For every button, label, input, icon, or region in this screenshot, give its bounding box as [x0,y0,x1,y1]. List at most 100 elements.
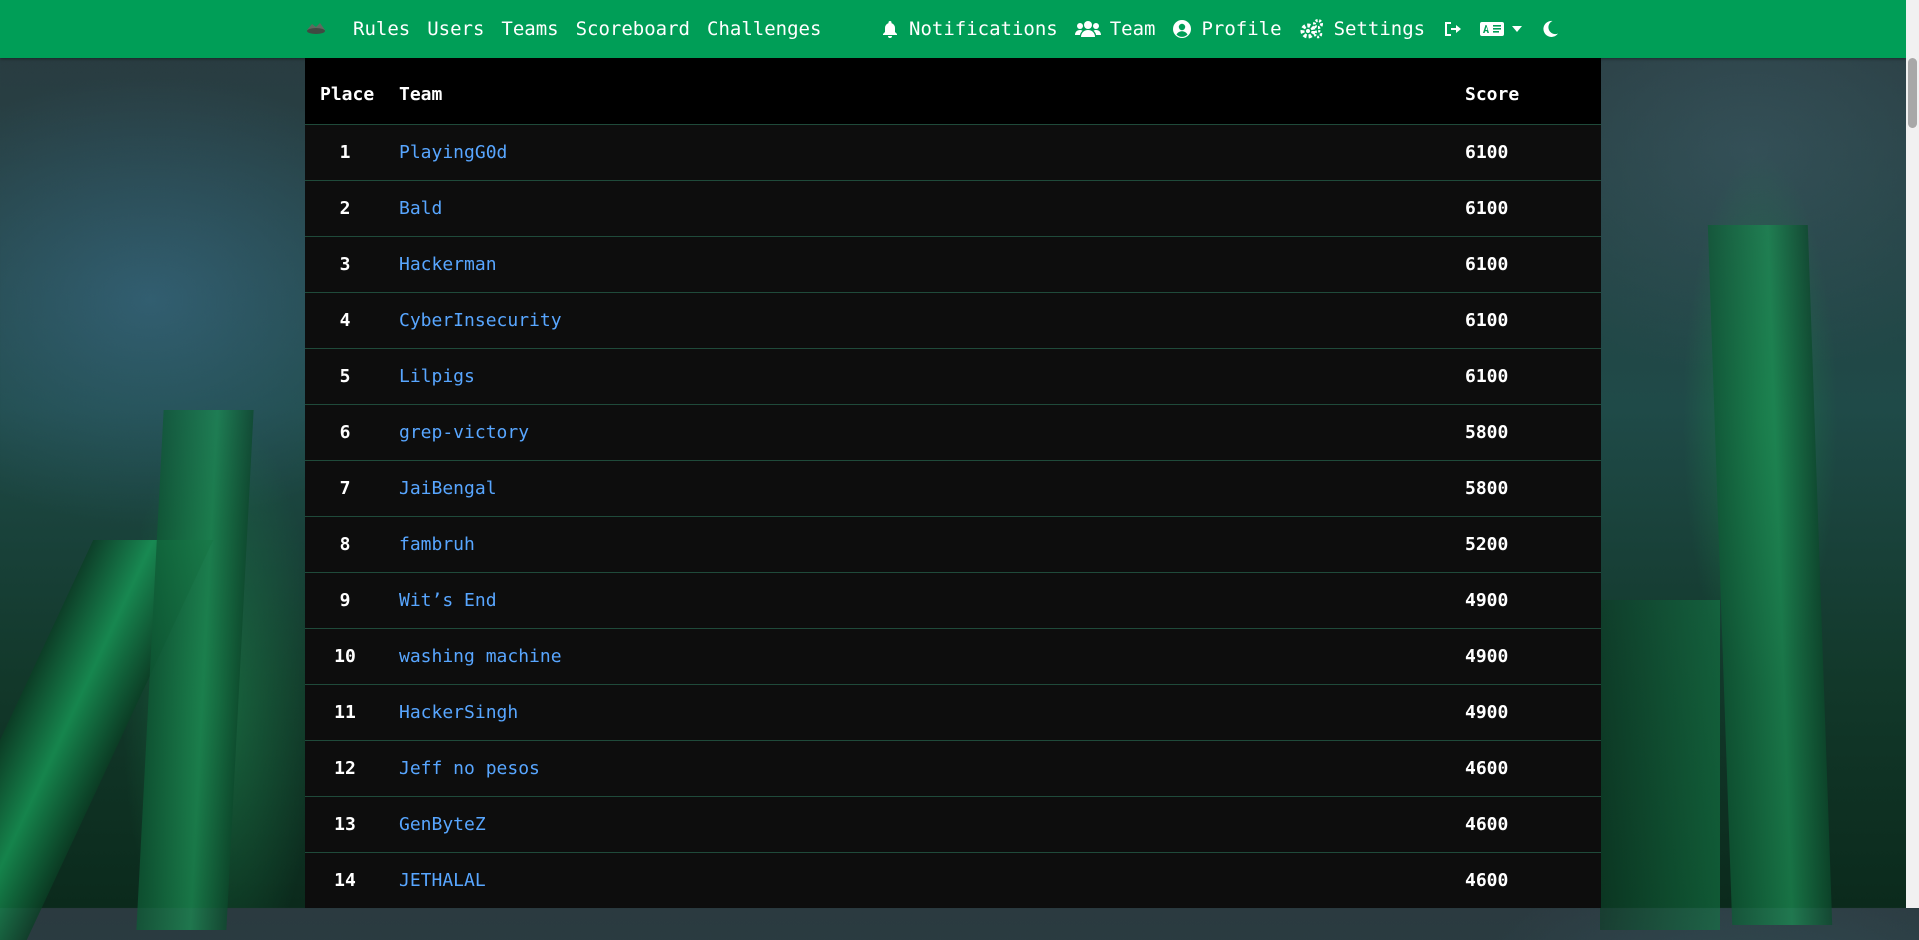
score-cell: 5800 [1465,477,1509,499]
place-cell: 8 [339,533,351,555]
user-circle-icon [1172,19,1192,39]
header-place: Place [320,84,375,106]
team-cell: fambruh [385,516,1465,572]
place-cell: 10 [334,645,356,667]
place-cell: 12 [334,757,356,779]
team-cell: grep-victory [385,404,1465,460]
language-icon [1479,19,1505,39]
table-row: 8 fambruh 5200 [305,516,1601,572]
score-cell: 6100 [1465,197,1509,219]
bell-icon [880,19,900,39]
table-row: 4 CyberInsecurity 6100 [305,292,1601,348]
nav-settings[interactable]: Settings [1299,18,1425,40]
table-header-row: Place Team Score [305,58,1601,124]
table-row: 1 PlayingG0d 6100 [305,124,1601,180]
logout-button[interactable] [1442,19,1462,39]
place-cell: 1 [339,141,351,163]
table-row: 13 GenByteZ 4600 [305,796,1601,852]
score-cell: 6100 [1465,141,1509,163]
table-row: 14 JETHALAL 4600 [305,852,1601,908]
background-art [1600,600,1720,930]
table-row: 9 Wit’s End 4900 [305,572,1601,628]
table-row: 11 HackerSingh 4900 [305,684,1601,740]
nav-rules[interactable]: Rules [353,18,410,40]
team-cell: HackerSingh [385,684,1465,740]
users-icon [1074,19,1101,39]
nav-notifications[interactable]: Notifications [880,18,1058,40]
place-cell: 11 [334,701,356,723]
place-cell: 6 [339,421,351,443]
table-row: 2 Bald 6100 [305,180,1601,236]
team-link[interactable]: Hackerman [399,254,497,275]
nav-scoreboard[interactable]: Scoreboard [576,18,690,40]
place-cell: 7 [339,477,351,499]
table-row: 7 JaiBengal 5800 [305,460,1601,516]
nav-team-label: Team [1109,18,1156,40]
team-link[interactable]: GenByteZ [399,814,486,835]
header-team: Team [399,84,443,106]
place-cell: 4 [339,309,351,331]
team-cell: Wit’s End [385,572,1465,628]
team-link[interactable]: Jeff no pesos [399,758,540,779]
gears-icon [1299,19,1325,39]
nav-teams[interactable]: Teams [501,18,558,40]
logo-icon[interactable] [304,16,328,40]
nav-challenges[interactable]: Challenges [707,18,821,40]
team-cell: Bald [385,180,1465,236]
score-cell: 6100 [1465,365,1509,387]
team-cell: CyberInsecurity [385,292,1465,348]
nav-notifications-label: Notifications [909,18,1058,40]
table-row: 6 grep-victory 5800 [305,404,1601,460]
team-link[interactable]: JaiBengal [399,478,497,499]
team-cell: JETHALAL [385,852,1465,908]
place-cell: 14 [334,869,356,891]
nav-users[interactable]: Users [427,18,484,40]
score-cell: 4900 [1465,645,1509,667]
table-row: 5 Lilpigs 6100 [305,348,1601,404]
team-cell: PlayingG0d [385,124,1465,180]
team-cell: Hackerman [385,236,1465,292]
team-cell: Jeff no pesos [385,740,1465,796]
scrollbar-thumb[interactable] [1908,58,1917,128]
team-link[interactable]: JETHALAL [399,870,486,891]
score-cell: 4600 [1465,757,1509,779]
language-dropdown[interactable] [1479,19,1523,39]
nav-secondary: Notifications Team Profile Settings [880,0,1560,58]
score-cell: 4600 [1465,813,1509,835]
team-link[interactable]: Lilpigs [399,366,475,387]
background-art [136,410,254,930]
nav-primary: Rules Users Teams Scoreboard Challenges [353,0,821,58]
table-row: 12 Jeff no pesos 4600 [305,740,1601,796]
team-link[interactable]: CyberInsecurity [399,310,562,331]
theme-toggle[interactable] [1540,19,1560,39]
place-cell: 2 [339,197,351,219]
score-cell: 4900 [1465,589,1509,611]
score-cell: 6100 [1465,253,1509,275]
team-cell: JaiBengal [385,460,1465,516]
place-cell: 13 [334,813,356,835]
table-row: 10 washing machine 4900 [305,628,1601,684]
team-link[interactable]: PlayingG0d [399,142,507,163]
team-link[interactable]: HackerSingh [399,702,518,723]
top-navbar: Rules Users Teams Scoreboard Challenges … [0,0,1906,58]
nav-team[interactable]: Team [1074,18,1156,40]
table-row: 3 Hackerman 6100 [305,236,1601,292]
score-cell: 6100 [1465,309,1509,331]
nav-profile-label: Profile [1201,18,1282,40]
team-link[interactable]: washing machine [399,646,562,667]
place-cell: 3 [339,253,351,275]
score-cell: 5200 [1465,533,1509,555]
team-link[interactable]: fambruh [399,534,475,555]
logout-icon [1442,19,1462,39]
nav-profile[interactable]: Profile [1172,18,1282,40]
team-cell: GenByteZ [385,796,1465,852]
team-link[interactable]: Wit’s End [399,590,497,611]
team-link[interactable]: grep-victory [399,422,529,443]
team-cell: washing machine [385,628,1465,684]
team-link[interactable]: Bald [399,198,442,219]
page-scrollbar[interactable] [1906,0,1919,908]
score-cell: 4900 [1465,701,1509,723]
scoreboard-panel: Place Team Score 1 PlayingG0d 6100 2 Bald 610… [305,58,1601,908]
team-cell: Lilpigs [385,348,1465,404]
score-cell: 5800 [1465,421,1509,443]
